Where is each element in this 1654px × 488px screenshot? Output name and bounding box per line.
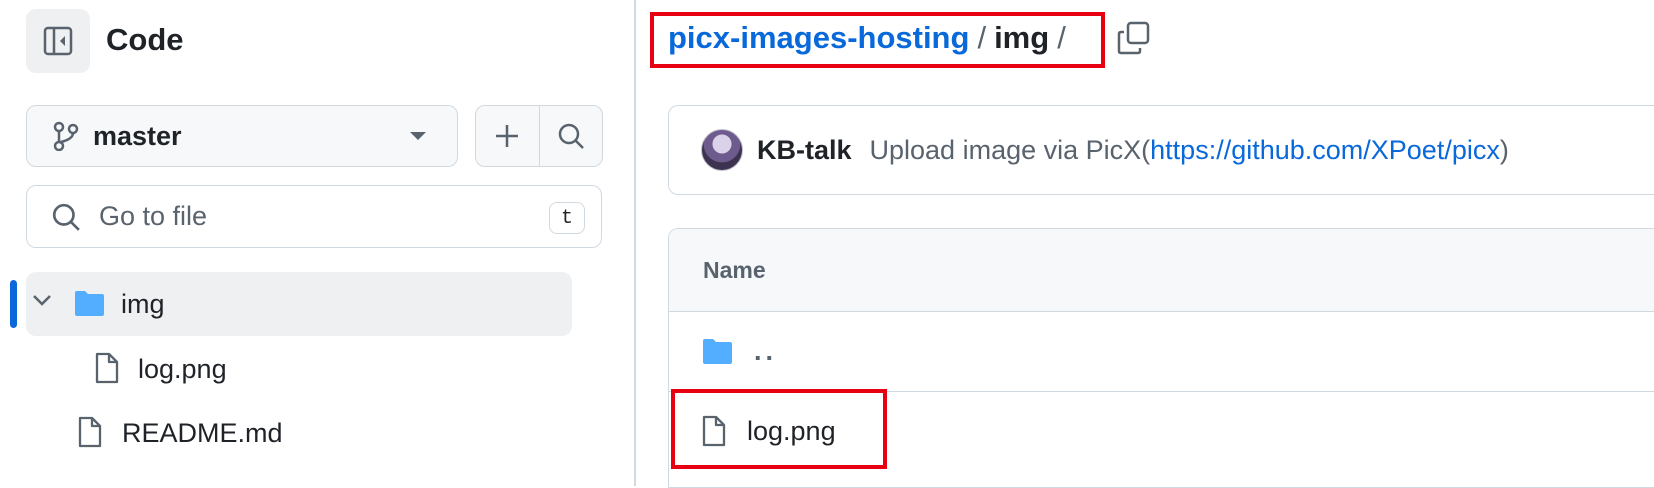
copy-path-icon[interactable] bbox=[1116, 20, 1152, 56]
latest-commit: KB-talk Upload image via PicX(https://gi… bbox=[668, 105, 1654, 195]
search-code-button[interactable] bbox=[538, 106, 603, 166]
plus-icon bbox=[494, 123, 520, 149]
search-icon bbox=[557, 122, 585, 150]
chevron-down-icon bbox=[409, 131, 427, 141]
add-file-button[interactable] bbox=[476, 106, 539, 166]
git-branch-icon bbox=[53, 121, 79, 151]
tree-item-label: README.md bbox=[122, 418, 283, 448]
folder-icon bbox=[73, 289, 106, 317]
avatar[interactable] bbox=[701, 129, 743, 171]
folder-icon bbox=[701, 337, 734, 365]
file-highlight-box bbox=[671, 389, 887, 469]
search-icon bbox=[51, 202, 81, 232]
chevron-down-icon[interactable] bbox=[32, 294, 52, 306]
table-row-parent-dir[interactable]: .. bbox=[669, 311, 1654, 392]
tree-item-label: log.png bbox=[138, 354, 227, 384]
go-to-file-field[interactable]: t bbox=[26, 185, 602, 248]
sidebar-collapse-button[interactable] bbox=[26, 9, 90, 73]
tree-actions bbox=[475, 105, 603, 167]
commit-message-suffix: ) bbox=[1499, 134, 1509, 165]
sidebar-divider bbox=[634, 0, 636, 486]
go-to-file-input[interactable] bbox=[97, 200, 521, 233]
file-icon bbox=[77, 416, 103, 448]
file-icon bbox=[94, 352, 120, 384]
sidebar-title: Code bbox=[106, 22, 184, 57]
commit-author[interactable]: KB-talk bbox=[757, 135, 852, 166]
keyboard-shortcut-hint: t bbox=[549, 202, 585, 234]
parent-dir-label: .. bbox=[754, 335, 778, 366]
branch-selector[interactable]: master bbox=[26, 105, 458, 167]
file-table-header: Name bbox=[669, 229, 1654, 312]
sidebar-collapse-icon bbox=[42, 25, 74, 57]
tree-item-img[interactable] bbox=[26, 272, 572, 336]
commit-message-link[interactable]: https://github.com/XPoet/picx bbox=[1150, 135, 1500, 165]
breadcrumb-highlight-box bbox=[650, 12, 1105, 68]
commit-message-text: Upload image via PicX( bbox=[869, 134, 1151, 165]
commit-message: Upload image via PicX(https://github.com… bbox=[870, 135, 1509, 166]
branch-name: master bbox=[93, 120, 182, 151]
tree-item-label: img bbox=[121, 289, 165, 319]
active-item-indicator bbox=[10, 280, 17, 328]
